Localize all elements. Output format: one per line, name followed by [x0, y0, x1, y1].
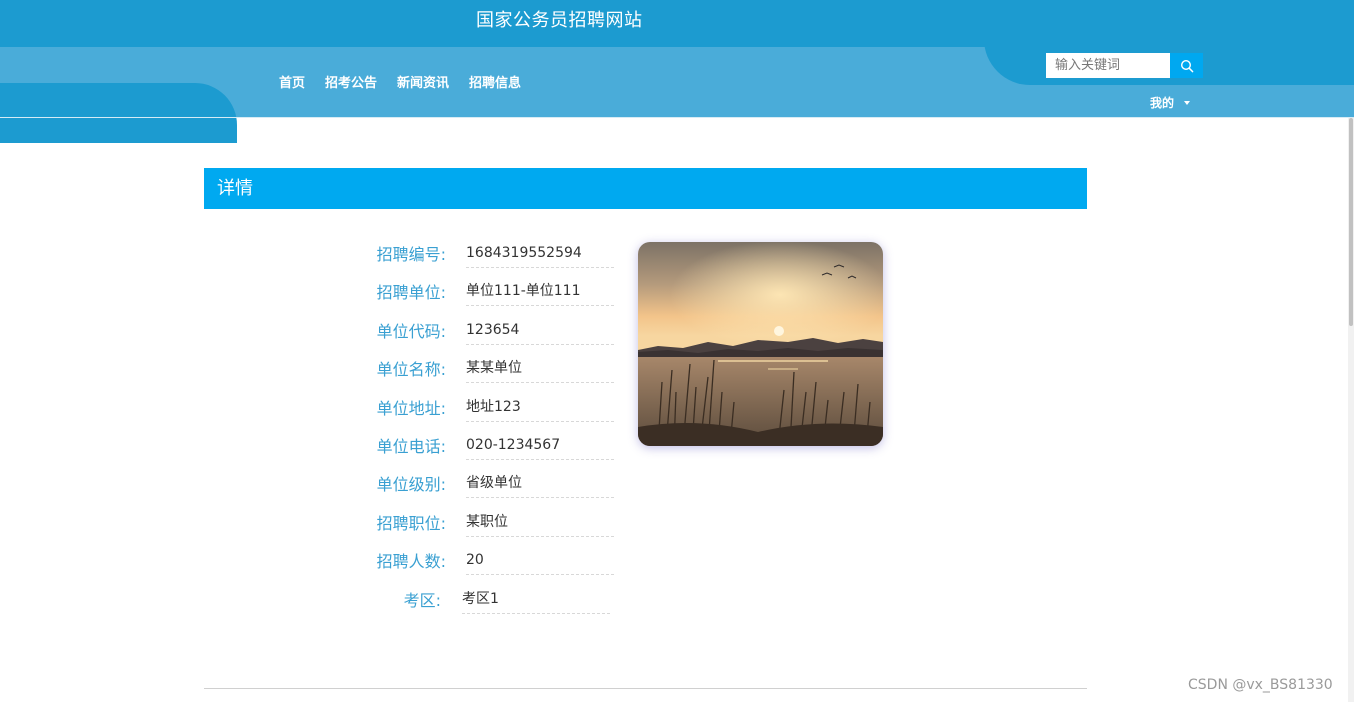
field-value: 20	[466, 549, 614, 576]
watermark: CSDN @vx_BS81330	[1188, 677, 1333, 693]
field-unit-name: 单位名称: 某某单位	[300, 355, 620, 393]
page-scrollbar[interactable]	[1348, 118, 1354, 702]
field-label: 招聘单位:	[376, 283, 446, 303]
field-value: 某职位	[466, 511, 614, 537]
detail-heading: 详情	[204, 168, 1087, 209]
field-value: 地址123	[466, 396, 614, 422]
field-label: 招聘编号:	[376, 245, 446, 264]
field-headcount: 招聘人数: 20	[300, 547, 620, 585]
main-nav: 首页 招考公告 新闻资讯 招聘信息	[279, 75, 521, 93]
search-input[interactable]	[1046, 53, 1170, 78]
field-unit-level: 单位级别: 省级单位	[300, 470, 620, 508]
sunset-lake-image	[638, 242, 883, 446]
caret-down-icon	[1184, 100, 1191, 105]
content-divider	[204, 688, 1087, 689]
field-exam-area: 考区: 考区1	[300, 586, 620, 624]
field-value: 某某单位	[466, 357, 614, 384]
field-value: 考区1	[462, 588, 610, 614]
field-label: 单位级别:	[376, 475, 446, 495]
detail-photo	[638, 242, 883, 446]
field-unit-code: 单位代码: 123654	[300, 317, 620, 355]
search-box	[1046, 53, 1203, 78]
site-title[interactable]: 国家公务员招聘网站	[476, 9, 643, 33]
field-label: 招聘人数:	[376, 552, 446, 572]
field-label: 考区:	[403, 590, 441, 610]
field-value: 1684319552594	[466, 242, 614, 268]
field-label: 单位名称:	[376, 360, 446, 380]
user-menu-label: 我的	[1150, 96, 1175, 110]
page: 国家公务员招聘网站 首页 招考公告 新闻资讯 招聘信息 我的 详情 招聘编号: …	[0, 0, 1354, 702]
site-header: 国家公务员招聘网站 首页 招考公告 新闻资讯 招聘信息 我的	[0, 0, 1354, 143]
field-recruit-id: 招聘编号: 1684319552594	[300, 240, 620, 278]
field-unit-address: 单位地址: 地址123	[300, 394, 620, 432]
search-button[interactable]	[1170, 53, 1203, 78]
header-divider	[0, 117, 1354, 118]
nav-home[interactable]: 首页	[279, 75, 305, 93]
nav-recruitment-info[interactable]: 招聘信息	[469, 75, 521, 93]
field-label: 招聘职位:	[376, 513, 446, 533]
header-decor-left	[0, 83, 237, 143]
nav-news[interactable]: 新闻资讯	[397, 75, 449, 93]
field-label: 单位地址:	[376, 398, 446, 418]
field-value: 020-1234567	[466, 434, 614, 460]
field-value: 123654	[466, 319, 614, 345]
field-recruit-unit: 招聘单位: 单位111-单位111	[300, 278, 620, 316]
scrollbar-thumb[interactable]	[1349, 118, 1353, 326]
search-icon	[1180, 59, 1193, 72]
field-label: 单位代码:	[376, 321, 446, 341]
detail-fields: 招聘编号: 1684319552594 招聘单位: 单位111-单位111 单位…	[300, 240, 620, 624]
field-unit-phone: 单位电话: 020-1234567	[300, 432, 620, 470]
field-position: 招聘职位: 某职位	[300, 509, 620, 547]
field-value: 单位111-单位111	[466, 280, 614, 307]
user-menu[interactable]: 我的	[1150, 94, 1191, 111]
field-value: 省级单位	[466, 472, 614, 499]
nav-exam-notices[interactable]: 招考公告	[325, 75, 377, 93]
field-label: 单位电话:	[376, 436, 446, 456]
